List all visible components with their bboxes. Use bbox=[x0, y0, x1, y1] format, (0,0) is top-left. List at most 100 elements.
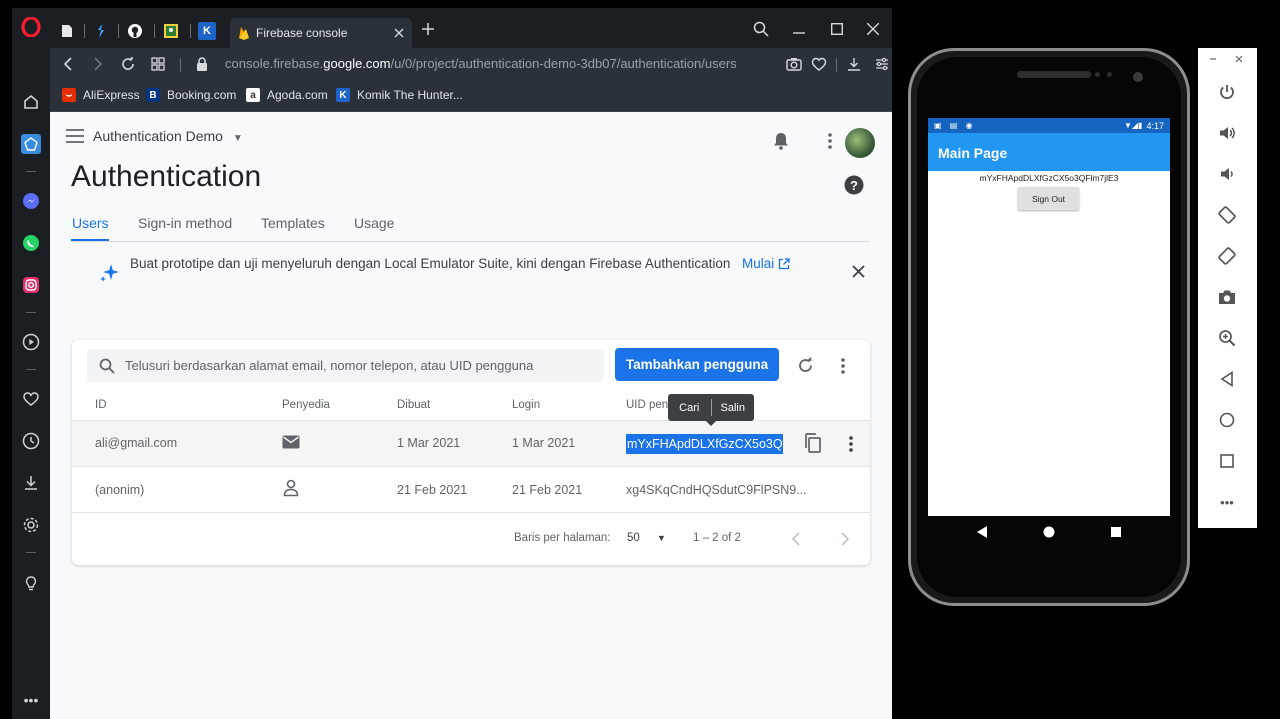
bookmark-heart-icon[interactable] bbox=[811, 56, 827, 72]
tab-divider bbox=[71, 241, 869, 242]
banner-mulai-link[interactable]: Mulai bbox=[742, 256, 790, 271]
close-window-icon[interactable] bbox=[862, 18, 884, 40]
search-input[interactable] bbox=[125, 358, 595, 373]
svg-text:?: ? bbox=[850, 178, 858, 193]
context-menu-search[interactable]: Cari bbox=[668, 402, 711, 414]
tab-search-icon[interactable] bbox=[750, 18, 772, 40]
url-domain: google.com bbox=[323, 56, 391, 71]
column-header-created[interactable]: Dibuat bbox=[397, 399, 430, 411]
emu-overview-icon[interactable] bbox=[1216, 450, 1238, 472]
tab-usage[interactable]: Usage bbox=[354, 215, 394, 231]
panel-minimize-icon[interactable] bbox=[1209, 55, 1217, 63]
bookmark-booking[interactable]: B Booking.com bbox=[146, 88, 236, 102]
hamburger-menu-icon[interactable] bbox=[66, 129, 84, 143]
context-menu-copy[interactable]: Salin bbox=[712, 402, 755, 414]
tab-templates[interactable]: Templates bbox=[261, 215, 325, 231]
close-tab-icon[interactable] bbox=[394, 28, 404, 38]
tab-users[interactable]: Users bbox=[72, 215, 109, 231]
download-icon[interactable] bbox=[846, 56, 862, 72]
tab-firebase-console[interactable]: Firebase console bbox=[230, 18, 412, 48]
forward-icon[interactable] bbox=[90, 56, 106, 72]
instagram-icon[interactable] bbox=[21, 275, 41, 295]
bookmark-agoda[interactable]: a Agoda.com bbox=[246, 88, 328, 102]
heart-icon[interactable] bbox=[21, 389, 41, 409]
help-icon[interactable]: ? bbox=[844, 175, 864, 195]
person-icon bbox=[283, 479, 299, 497]
login-date: 21 Feb 2021 bbox=[512, 483, 583, 497]
settings-gear-icon[interactable] bbox=[21, 515, 41, 535]
tab-sign-in-method[interactable]: Sign-in method bbox=[138, 215, 232, 231]
panel-close-icon[interactable] bbox=[1235, 55, 1243, 63]
history-icon[interactable] bbox=[21, 431, 41, 451]
power-icon[interactable] bbox=[1216, 81, 1238, 103]
project-selector[interactable]: Authentication Demo ▼ bbox=[93, 128, 243, 144]
pinned-tab-image-icon[interactable] bbox=[162, 22, 180, 40]
nav-back-icon[interactable] bbox=[976, 526, 988, 538]
emu-home-icon[interactable] bbox=[1216, 409, 1238, 431]
more-vert-icon[interactable] bbox=[828, 133, 832, 149]
aliexpress-icon: ⌣ bbox=[62, 88, 76, 102]
nav-recents-icon[interactable] bbox=[1111, 527, 1121, 537]
maximize-icon[interactable] bbox=[826, 18, 848, 40]
wifi-signal-battery-icon: ▼◢▮ bbox=[1123, 121, 1143, 130]
pinned-tab-flutter-icon[interactable] bbox=[92, 22, 110, 40]
prev-page-icon[interactable] bbox=[791, 532, 801, 546]
sign-out-button[interactable]: Sign Out bbox=[1018, 187, 1079, 210]
pinned-tab-github-icon[interactable] bbox=[126, 22, 144, 40]
messenger-icon[interactable] bbox=[21, 191, 41, 211]
zoom-icon[interactable] bbox=[1216, 327, 1238, 349]
table-more-vert-icon[interactable] bbox=[841, 358, 845, 374]
player-icon[interactable] bbox=[21, 332, 41, 352]
column-header-id[interactable]: ID bbox=[95, 399, 107, 411]
email-icon bbox=[282, 435, 300, 449]
copy-icon[interactable] bbox=[804, 433, 822, 453]
grid-tabs-icon[interactable] bbox=[150, 56, 166, 72]
earpiece bbox=[1017, 71, 1091, 78]
dismiss-banner-icon[interactable] bbox=[852, 265, 865, 278]
address-bar[interactable]: console.firebase.google.com/u/0/project/… bbox=[225, 56, 737, 71]
next-page-icon[interactable] bbox=[840, 532, 850, 546]
back-icon[interactable] bbox=[60, 56, 76, 72]
row-more-vert-icon[interactable] bbox=[849, 436, 853, 452]
emulator-controls-panel: ••• bbox=[1198, 48, 1257, 528]
rotate-left-icon[interactable] bbox=[1216, 204, 1238, 226]
screenshot-camera-icon[interactable] bbox=[1216, 286, 1238, 308]
bookmark-aliexpress[interactable]: ⌣ AliExpress bbox=[62, 88, 140, 102]
agoda-icon: a bbox=[246, 88, 260, 102]
rotate-right-icon[interactable] bbox=[1216, 245, 1238, 267]
new-tab-icon[interactable] bbox=[417, 18, 439, 40]
speed-dial-icon[interactable] bbox=[21, 134, 41, 154]
lock-icon[interactable] bbox=[194, 56, 210, 72]
created-date: 21 Feb 2021 bbox=[397, 483, 468, 497]
whatsapp-icon[interactable] bbox=[21, 233, 41, 253]
opera-logo-icon[interactable] bbox=[21, 17, 41, 37]
more-options-icon[interactable]: ••• bbox=[21, 690, 41, 710]
minimize-icon[interactable] bbox=[788, 18, 810, 40]
downloads-icon[interactable] bbox=[21, 473, 41, 493]
table-row[interactable]: (anonim) 21 Feb 2021 21 Feb 2021 xg4SKqC… bbox=[72, 467, 870, 512]
volume-down-icon[interactable] bbox=[1216, 163, 1238, 185]
search-box[interactable] bbox=[87, 349, 604, 382]
emu-back-icon[interactable] bbox=[1216, 368, 1238, 390]
pinned-tab-page-icon[interactable] bbox=[58, 22, 76, 40]
bookmark-komik[interactable]: K Komik The Hunter... bbox=[336, 88, 463, 102]
snapshot-camera-icon[interactable] bbox=[786, 56, 802, 72]
home-icon[interactable] bbox=[21, 92, 41, 112]
lightbulb-icon[interactable] bbox=[21, 574, 41, 594]
avatar[interactable] bbox=[845, 128, 875, 158]
column-header-provider[interactable]: Penyedia bbox=[282, 399, 330, 411]
notifications-bell-icon[interactable] bbox=[773, 132, 789, 150]
volume-up-icon[interactable] bbox=[1216, 122, 1238, 144]
rows-per-page-select[interactable]: 50 ▼ bbox=[627, 532, 666, 544]
add-user-button[interactable]: Tambahkan pengguna bbox=[615, 348, 779, 381]
user-id: ali@gmail.com bbox=[95, 436, 178, 450]
firebase-icon bbox=[239, 27, 249, 40]
reload-icon[interactable] bbox=[120, 56, 136, 72]
nav-home-icon[interactable] bbox=[1043, 526, 1055, 538]
selected-uid-text[interactable]: mYxFHApdDLXfGzCX5o3QFl... bbox=[626, 434, 783, 454]
pinned-tab-komik-icon[interactable]: K bbox=[198, 22, 216, 40]
refresh-icon[interactable] bbox=[797, 357, 814, 374]
easy-setup-icon[interactable] bbox=[874, 56, 890, 72]
column-header-login[interactable]: Login bbox=[512, 399, 540, 411]
emu-more-icon[interactable]: ••• bbox=[1216, 491, 1238, 513]
